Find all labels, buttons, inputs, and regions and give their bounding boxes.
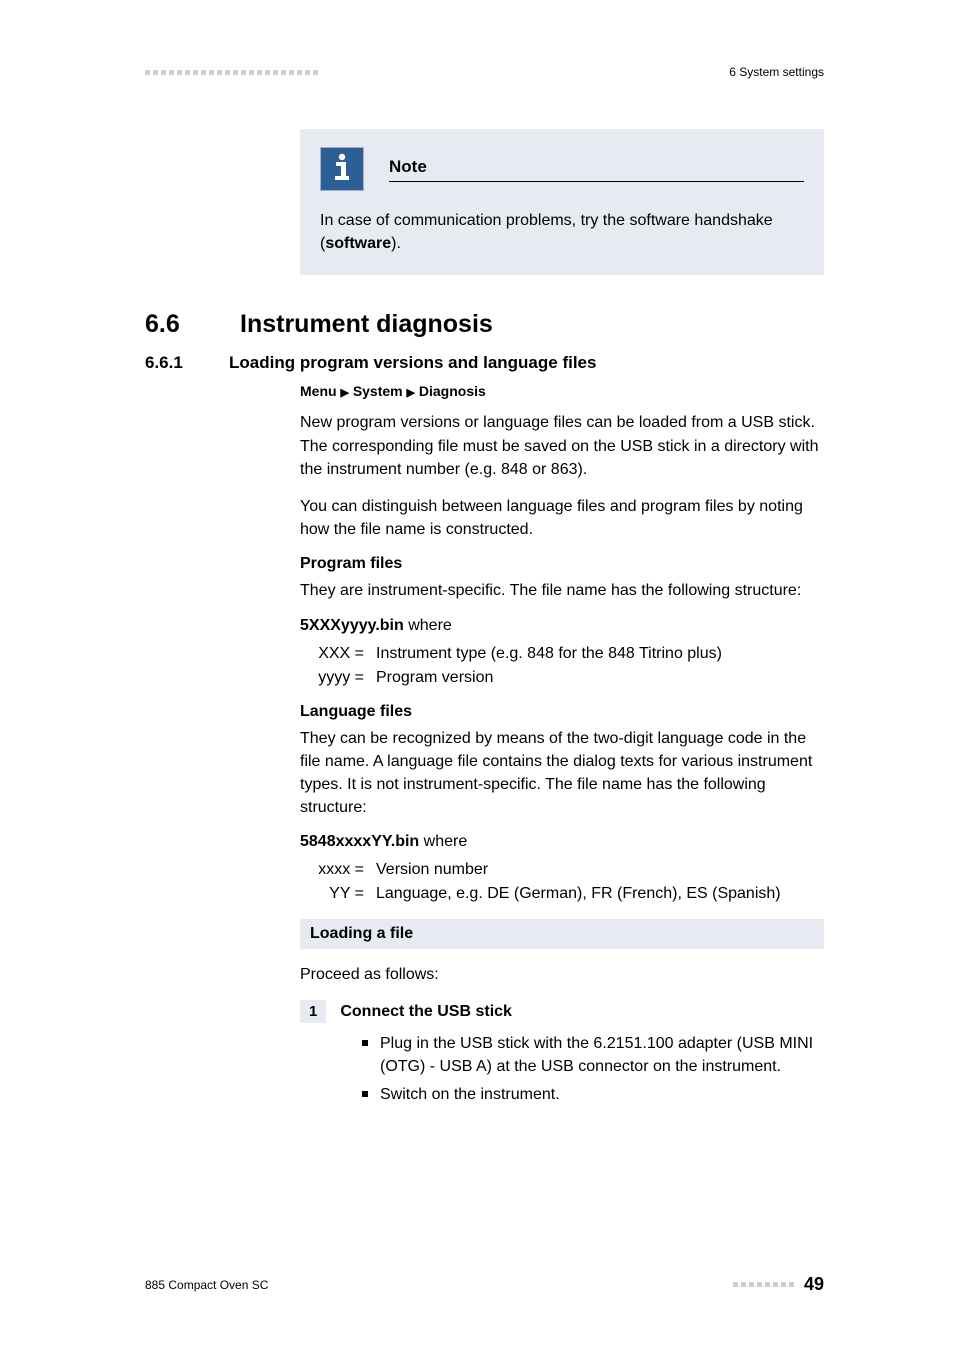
def-key: YY = [318,885,364,903]
subsection-heading: 6.6.1 Loading program versions and langu… [145,353,824,373]
note-text-post: ). [391,235,401,252]
info-icon [320,147,364,191]
def-key: yyyy = [318,669,364,687]
def-row: xxxx = Version number [318,861,824,879]
paragraph: They can be recognized by means of the t… [300,727,824,820]
paragraph: You can distinguish between language fil… [300,495,824,541]
paragraph: New program versions or language files c… [300,411,824,481]
filename-pattern: 5XXXyyyy.bin where [300,617,824,635]
menu-sep-icon: ▶ [340,387,348,399]
menupath-2: System [353,383,403,399]
info-glyph [331,152,353,187]
header-chapter: 6 System settings [729,65,824,79]
subsection-num: 6.6.1 [145,353,205,373]
filename-where: where [419,833,467,850]
def-list: XXX = Instrument type (e.g. 848 for the … [318,645,824,687]
filename-where: where [404,617,452,634]
def-val: Language, e.g. DE (German), FR (French),… [376,885,781,903]
header-rule: 6 System settings [145,65,824,79]
def-row: yyyy = Program version [318,669,824,687]
def-val: Program version [376,669,493,687]
section-heading: 6.6 Instrument diagnosis [145,310,824,339]
def-key: XXX = [318,645,364,663]
footer-left: 885 Compact Oven SC [145,1278,268,1292]
menu-path: Menu ▶ System ▶ Diagnosis [300,383,824,399]
filename-bold: 5848xxxxYY.bin [300,833,419,850]
step-number: 1 [300,1000,326,1023]
step: 1 Connect the USB stick Plug in the USB … [300,1000,824,1106]
def-row: YY = Language, e.g. DE (German), FR (Fre… [318,885,824,903]
def-list: xxxx = Version number YY = Language, e.g… [318,861,824,903]
loading-file-heading: Loading a file [300,919,824,949]
language-files-heading: Language files [300,703,824,721]
bullet-icon [362,1091,368,1097]
page-number: 49 [804,1274,824,1295]
subsection-title: Loading program versions and language fi… [229,353,596,373]
list-text: Plug in the USB stick with the 6.2151.10… [380,1033,824,1078]
list-text: Switch on the instrument. [380,1084,560,1106]
filename-bold: 5XXXyyyy.bin [300,617,404,634]
filename-pattern: 5848xxxxYY.bin where [300,833,824,851]
menupath-1: Menu [300,383,337,399]
def-val: Instrument type (e.g. 848 for the 848 Ti… [376,645,722,663]
list-item: Plug in the USB stick with the 6.2151.10… [362,1033,824,1078]
paragraph: Proceed as follows: [300,963,824,986]
note-title: Note [389,157,804,182]
menu-sep-icon: ▶ [407,387,415,399]
rule-left [145,70,318,75]
bullet-icon [362,1040,368,1046]
def-row: XXX = Instrument type (e.g. 848 for the … [318,645,824,663]
menupath-3: Diagnosis [419,383,486,399]
footer-rule [733,1282,794,1287]
def-key: xxxx = [318,861,364,879]
def-val: Version number [376,861,488,879]
note-text-bold: software [325,235,391,252]
section-title: Instrument diagnosis [240,310,493,339]
program-files-heading: Program files [300,555,824,573]
list-item: Switch on the instrument. [362,1084,824,1106]
note-box: Note In case of communication problems, … [300,129,824,275]
footer: 885 Compact Oven SC 49 [145,1274,824,1295]
section-num: 6.6 [145,310,205,339]
note-body: In case of communication problems, try t… [320,209,804,255]
paragraph: They are instrument-specific. The file n… [300,579,824,602]
step-title: Connect the USB stick [340,1003,512,1021]
